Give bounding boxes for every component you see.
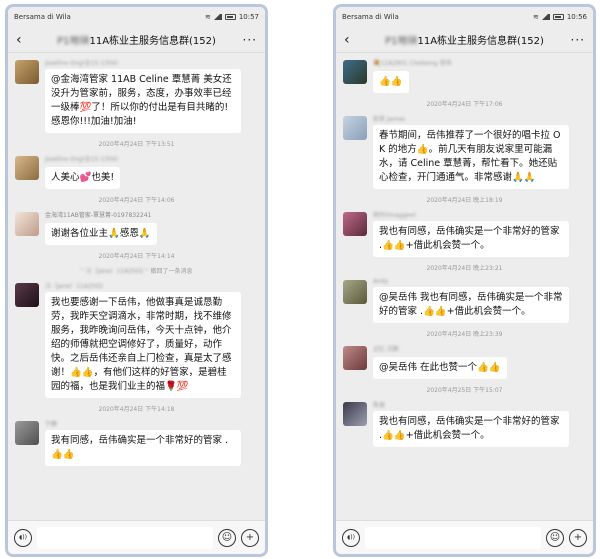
message-list[interactable]: Joseline Ong(全15-1304) @金海湾管家 11AB Celine… [8,54,265,520]
sender-name: Andy [373,278,389,285]
message-bubble[interactable]: @金海湾管家 11AB Celine 覃慧菁 美女还没升为管家前，服务，态度，办… [45,69,241,133]
message-bubble[interactable]: 我有同感，岳伟确实是一个非常好的管家 .👍👍 [45,430,241,466]
status-bar: Bersama di Wila ≋ 10:56 [336,7,593,27]
recall-notice: “ 汪（Jane）11A2502 ” 撤回了一条消息 [80,268,193,275]
plus-icon[interactable]: + [569,528,587,547]
message-row: 💐11A2901 Cheleong 张伟 👍👍 [343,58,586,93]
avatar[interactable] [15,283,39,307]
phone-screen-left: Bersama di Wila ≋ 10:57 ‹ P1地块11A栋业主服务信息… [5,4,268,557]
more-options-icon[interactable]: ··· [241,33,257,47]
back-arrow-icon[interactable]: ‹ [16,32,32,48]
sender-name: 明丹(Imaggee) [373,212,416,219]
avatar[interactable] [343,402,367,426]
avatar[interactable] [343,60,367,84]
clock: 10:57 [238,13,259,21]
sender-name: 记忆 沉默 [373,346,399,353]
sender-name: Joseline Ong(全15-1304) [45,156,119,163]
avatar[interactable] [15,421,39,445]
input-bar: ◖)) ☺ + [336,520,593,554]
sender-name: 宁静 [45,421,58,428]
timestamp: 2020年4月25日 下午15:07 [426,387,503,394]
voice-input-icon[interactable]: ◖)) [14,528,32,547]
clock: 10:56 [566,13,587,21]
battery-icon [224,14,236,20]
message-bubble[interactable]: @吴岳伟 我也有同感，岳伟确实是一个非常好的管家 .👍👍+借此机会赞一个。 [373,287,569,323]
sender-name: 💐11A2901 Cheleong 张伟 [373,60,452,67]
timestamp: 2020年4月24日 下午14:18 [98,406,175,413]
avatar[interactable] [343,116,367,140]
message-row: 记忆 沉默 @吴岳伟 在此也赞一个👍👍 [343,344,586,379]
message-bubble[interactable]: 我也要感谢一下岳伟，他做事真是诚恳勤劳，我昨天空调滴水，非常时期，找不维修服务，… [45,292,241,398]
sender-name: Joseline Ong(全15-1304) [45,60,119,67]
message-row: Joseline Ong(全15-1304) 人美心💕也美! [15,154,258,189]
message-bubble[interactable]: 👍👍 [373,71,409,93]
chat-header: ‹ P1地块11A栋业主服务信息群(152) ··· [336,27,593,53]
timestamp: 2020年4月24日 晚上23:21 [426,265,503,272]
avatar[interactable] [343,346,367,370]
message-row: 彭英 James 春节期间，岳伟推荐了一个很好的唱卡拉 OK 的地方👍。前几天有朋… [343,114,586,189]
voice-input-icon[interactable]: ◖)) [342,528,360,547]
signal-icon [541,14,550,20]
sender-name: 彭英 James [373,116,406,123]
wifi-icon: ≋ [204,13,211,21]
carrier-label: Bersama di Wila [342,13,399,21]
timestamp: 2020年4月24日 下午14:06 [98,197,175,204]
timestamp: 2020年4月24日 下午14:14 [98,253,175,260]
message-input[interactable] [37,526,213,549]
message-row: 明丹(Imaggee) 我也有同感，岳伟确实是一个非常好的管家 .👍👍+借此机会赞… [343,210,586,257]
message-bubble[interactable]: 我也有同感，岳伟确实是一个非常好的管家 .👍👍+借此机会赞一个。 [373,411,569,447]
message-row: 陈美我也有同感，岳伟确实是一个非常好的管家 .👍👍+借此机会赞一个。 [343,400,586,447]
avatar[interactable] [343,280,367,304]
avatar[interactable] [15,60,39,84]
message-bubble[interactable]: 人美心💕也美! [45,167,121,189]
message-row: 宁静我有同感，岳伟确实是一个非常好的管家 .👍👍 [15,419,258,466]
avatar[interactable] [343,212,367,236]
message-row: 汪（Jane）11A2502 我也要感谢一下岳伟，他做事真是诚恳勤劳，我昨天空调滴… [15,281,258,398]
avatar[interactable] [15,212,39,236]
message-list[interactable]: 💐11A2901 Cheleong 张伟 👍👍 2020年4月24日 下午17:06… [336,54,593,520]
timestamp: 2020年4月24日 下午17:06 [426,101,503,108]
message-row: 金海湾11AB管家-覃慧菁-0197832241 谢谢各位业主🙏感恩🙏 [15,210,258,245]
message-bubble[interactable]: 春节期间，岳伟推荐了一个很好的唱卡拉 OK 的地方👍。前几天有朋友说家里可能漏水… [373,125,569,189]
battery-icon [552,14,564,20]
phone-screen-right: Bersama di Wila ≋ 10:56 ‹ P1地块11A栋业主服务信息… [333,4,596,557]
emoji-icon[interactable]: ☺ [546,528,564,547]
message-input[interactable] [365,526,541,549]
carrier-label: Bersama di Wila [14,13,71,21]
timestamp: 2020年4月24日 下午13:51 [98,141,175,148]
avatar[interactable] [15,156,39,180]
sender-name: 金海湾11AB管家-覃慧菁-0197832241 [45,212,152,219]
message-bubble[interactable]: 我也有同感，岳伟确实是一个非常好的管家 .👍👍+借此机会赞一个。 [373,221,569,257]
timestamp: 2020年4月24日 晚上23:39 [426,331,503,338]
signal-icon [213,14,222,20]
sender-name: 汪（Jane）11A2502 [45,283,103,290]
more-options-icon[interactable]: ··· [569,33,585,47]
input-bar: ◖)) ☺ + [8,520,265,554]
message-bubble[interactable]: 谢谢各位业主🙏感恩🙏 [45,223,157,245]
wifi-icon: ≋ [532,13,539,21]
chat-header: ‹ P1地块11A栋业主服务信息群(152) ··· [8,27,265,53]
status-bar: Bersama di Wila ≋ 10:57 [8,7,265,27]
message-row: Andy @吴岳伟 我也有同感，岳伟确实是一个非常好的管家 .👍👍+借此机会赞一个… [343,278,586,323]
back-arrow-icon[interactable]: ‹ [344,32,360,48]
message-bubble[interactable]: @吴岳伟 在此也赞一个👍👍 [373,357,507,379]
emoji-icon[interactable]: ☺ [218,528,236,547]
plus-icon[interactable]: + [241,528,259,547]
timestamp: 2020年4月24日 晚上18:19 [426,197,503,204]
sender-name: 陈美 [373,402,386,409]
message-row: Joseline Ong(全15-1304) @金海湾管家 11AB Celine… [15,58,258,133]
chat-title: P1地块11A栋业主服务信息群(152) [57,36,216,47]
chat-title: P1地块11A栋业主服务信息群(152) [385,36,544,47]
